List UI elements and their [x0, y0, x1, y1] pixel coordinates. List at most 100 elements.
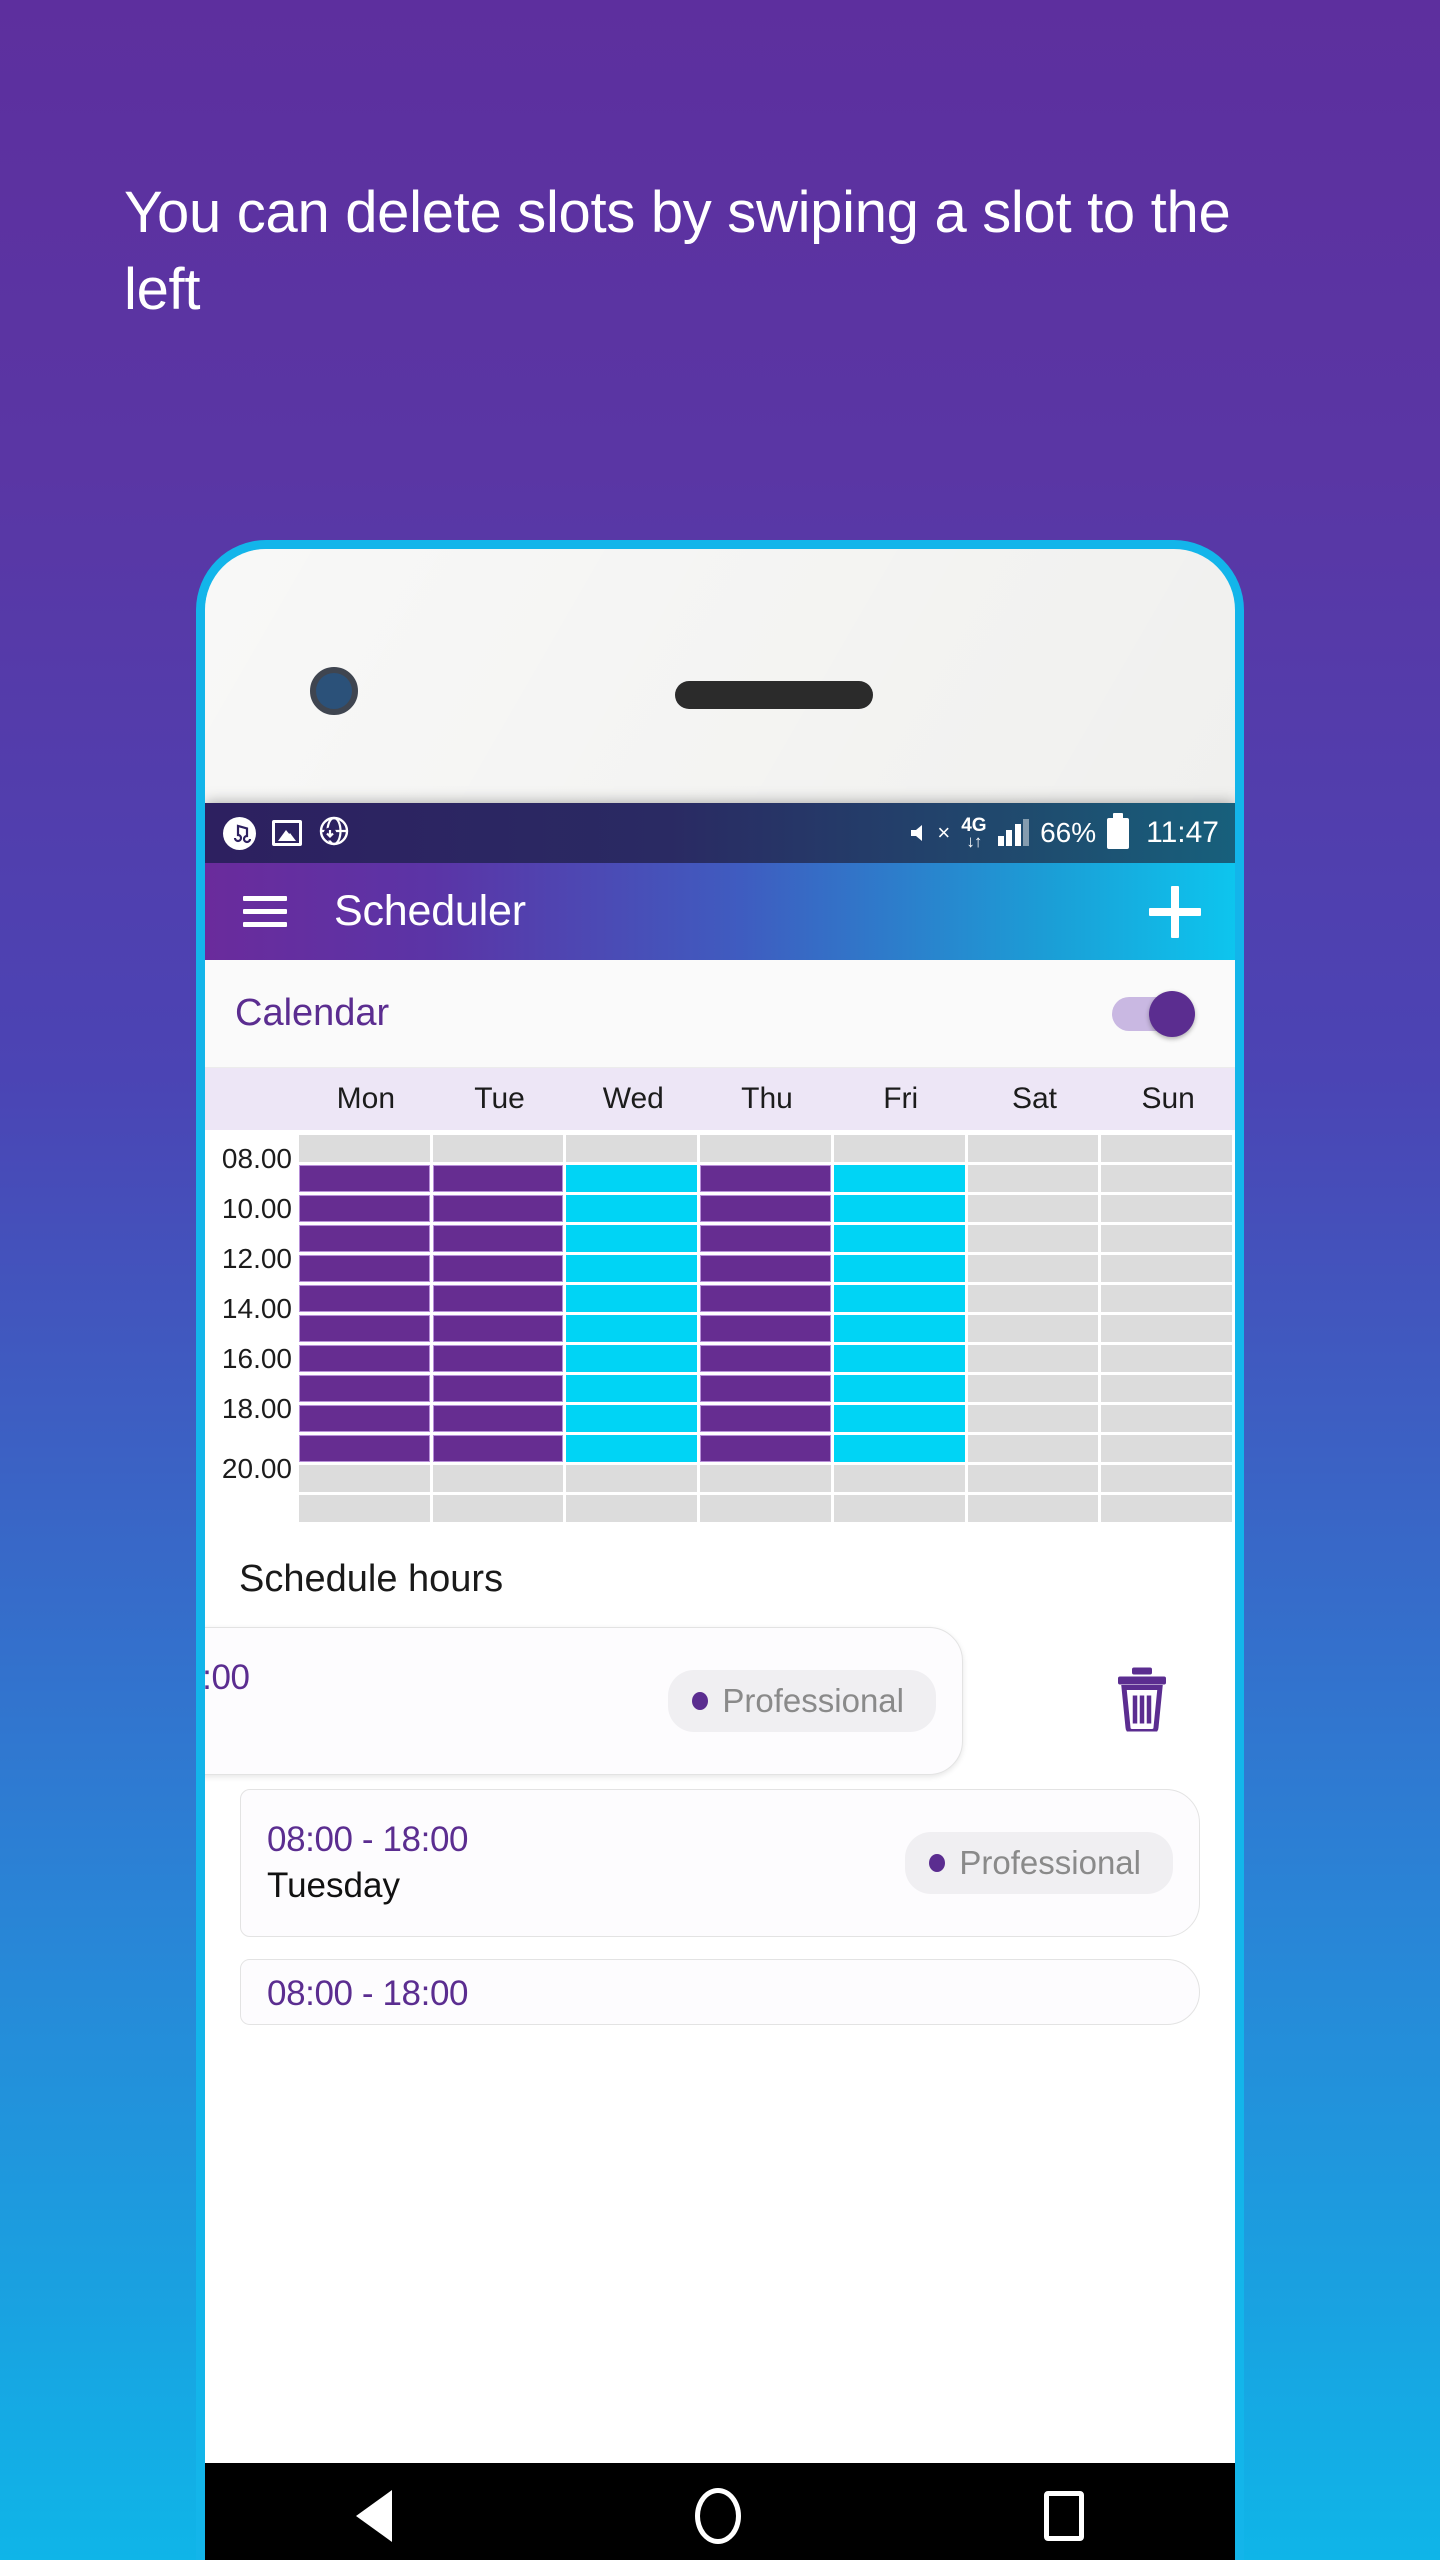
- calendar-cell[interactable]: [833, 1405, 965, 1432]
- calendar-cell[interactable]: [566, 1435, 698, 1462]
- calendar-cell[interactable]: [1101, 1375, 1233, 1402]
- calendar-cell[interactable]: [967, 1135, 1099, 1162]
- add-slot-button[interactable]: [1149, 885, 1201, 938]
- calendar-cell[interactable]: [566, 1255, 698, 1282]
- calendar-cell[interactable]: [299, 1375, 430, 1402]
- calendar-cell[interactable]: [1101, 1165, 1233, 1192]
- calendar-cell[interactable]: [700, 1465, 831, 1492]
- back-triangle-icon[interactable]: [356, 2490, 393, 2542]
- trash-icon[interactable]: [1113, 1666, 1171, 1737]
- calendar-cell[interactable]: [1101, 1195, 1233, 1222]
- calendar-cell[interactable]: [967, 1195, 1099, 1222]
- calendar-cell[interactable]: [967, 1165, 1099, 1192]
- recents-square-icon[interactable]: [1043, 2491, 1084, 2541]
- calendar-cell[interactable]: [566, 1285, 698, 1312]
- calendar-cell[interactable]: [1101, 1405, 1233, 1432]
- calendar-cell[interactable]: [967, 1375, 1099, 1402]
- calendar-cell[interactable]: [967, 1255, 1099, 1282]
- calendar-cell[interactable]: [700, 1495, 831, 1522]
- calendar-cell[interactable]: [299, 1135, 430, 1162]
- calendar-cell[interactable]: [432, 1435, 564, 1462]
- calendar-cell[interactable]: [833, 1165, 965, 1192]
- calendar-cell[interactable]: [700, 1345, 831, 1372]
- calendar-cell[interactable]: [967, 1225, 1099, 1252]
- calendar-column-thu[interactable]: [700, 1135, 831, 1522]
- calendar-cell[interactable]: [566, 1405, 698, 1432]
- hamburger-menu-icon[interactable]: [243, 888, 287, 935]
- calendar-cell[interactable]: [1101, 1435, 1233, 1462]
- calendar-cell[interactable]: [833, 1435, 965, 1462]
- calendar-cell[interactable]: [1101, 1285, 1233, 1312]
- calendar-cell[interactable]: [432, 1165, 564, 1192]
- calendar-cell[interactable]: [432, 1195, 564, 1222]
- calendar-cell[interactable]: [432, 1495, 564, 1522]
- calendar-column-mon[interactable]: [299, 1135, 430, 1522]
- calendar-cell[interactable]: [1101, 1465, 1233, 1492]
- calendar-cell[interactable]: [967, 1345, 1099, 1372]
- calendar-cell[interactable]: [1101, 1225, 1233, 1252]
- calendar-cell[interactable]: [299, 1435, 430, 1462]
- calendar-cell[interactable]: [299, 1465, 430, 1492]
- calendar-cell[interactable]: [700, 1375, 831, 1402]
- calendar-cell[interactable]: [833, 1255, 965, 1282]
- calendar-cell[interactable]: [833, 1285, 965, 1312]
- calendar-cell[interactable]: [299, 1285, 430, 1312]
- calendar-cell[interactable]: [700, 1195, 831, 1222]
- calendar-grid[interactable]: 08.00 10.00 12.00 14.00 16.00 18.00 20.0…: [205, 1130, 1235, 1522]
- calendar-cell[interactable]: [967, 1405, 1099, 1432]
- calendar-cell[interactable]: [1101, 1315, 1233, 1342]
- calendar-cell[interactable]: [299, 1315, 430, 1342]
- calendar-cell[interactable]: [299, 1195, 430, 1222]
- calendar-cell[interactable]: [833, 1135, 965, 1162]
- calendar-column-sat[interactable]: [967, 1135, 1099, 1522]
- calendar-cell[interactable]: [700, 1135, 831, 1162]
- calendar-column-wed[interactable]: [566, 1135, 698, 1522]
- calendar-cell[interactable]: [566, 1195, 698, 1222]
- calendar-cell[interactable]: [432, 1285, 564, 1312]
- home-circle-icon[interactable]: [694, 2488, 741, 2544]
- calendar-cell[interactable]: [1101, 1135, 1233, 1162]
- calendar-cell[interactable]: [299, 1225, 430, 1252]
- list-item[interactable]: 08:00 - 18:00: [240, 1959, 1200, 2025]
- calendar-columns[interactable]: [299, 1135, 1235, 1522]
- calendar-cell[interactable]: [299, 1165, 430, 1192]
- calendar-cell[interactable]: [700, 1165, 831, 1192]
- calendar-cell[interactable]: [833, 1345, 965, 1372]
- calendar-cell[interactable]: [700, 1255, 831, 1282]
- calendar-cell[interactable]: [432, 1135, 564, 1162]
- calendar-cell[interactable]: [299, 1495, 430, 1522]
- calendar-cell[interactable]: [833, 1195, 965, 1222]
- calendar-column-tue[interactable]: [432, 1135, 564, 1522]
- calendar-cell[interactable]: [967, 1285, 1099, 1312]
- calendar-toggle-row[interactable]: Calendar: [205, 960, 1235, 1068]
- calendar-cell[interactable]: [299, 1255, 430, 1282]
- calendar-column-sun[interactable]: [1101, 1135, 1233, 1522]
- calendar-cell[interactable]: [700, 1285, 831, 1312]
- calendar-cell[interactable]: [432, 1375, 564, 1402]
- calendar-cell[interactable]: [967, 1465, 1099, 1492]
- calendar-cell[interactable]: [700, 1225, 831, 1252]
- calendar-cell[interactable]: [566, 1345, 698, 1372]
- calendar-cell[interactable]: [432, 1465, 564, 1492]
- list-item[interactable]: 08:00 - 18:00 Tuesday Professional: [240, 1789, 1200, 1937]
- calendar-cell[interactable]: [833, 1315, 965, 1342]
- calendar-cell[interactable]: [566, 1495, 698, 1522]
- calendar-cell[interactable]: [566, 1465, 698, 1492]
- calendar-cell[interactable]: [700, 1315, 831, 1342]
- calendar-cell[interactable]: [299, 1405, 430, 1432]
- calendar-cell[interactable]: [1101, 1345, 1233, 1372]
- calendar-cell[interactable]: [432, 1225, 564, 1252]
- calendar-cell[interactable]: [566, 1225, 698, 1252]
- calendar-cell[interactable]: [833, 1495, 965, 1522]
- calendar-cell[interactable]: [700, 1435, 831, 1462]
- calendar-cell[interactable]: [566, 1315, 698, 1342]
- calendar-cell[interactable]: [566, 1165, 698, 1192]
- calendar-cell[interactable]: [432, 1255, 564, 1282]
- calendar-cell[interactable]: [432, 1345, 564, 1372]
- calendar-cell[interactable]: [432, 1315, 564, 1342]
- calendar-cell[interactable]: [833, 1465, 965, 1492]
- calendar-toggle-switch[interactable]: [1112, 990, 1195, 1037]
- calendar-cell[interactable]: [967, 1495, 1099, 1522]
- calendar-column-fri[interactable]: [833, 1135, 965, 1522]
- calendar-cell[interactable]: [1101, 1495, 1233, 1522]
